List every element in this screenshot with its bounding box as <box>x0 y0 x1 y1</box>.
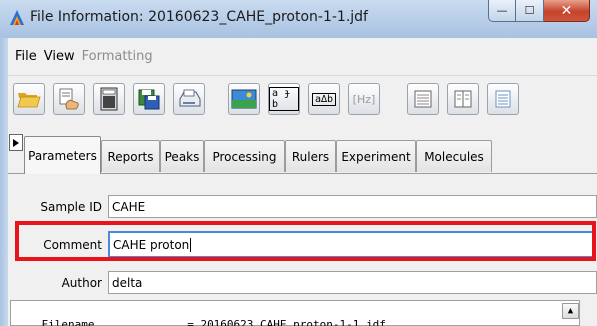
author-value: delta <box>112 275 143 290</box>
tab-scroll-button[interactable] <box>9 134 23 151</box>
comment-highlight-box <box>15 221 596 261</box>
window-controls: — ☐ ✕ <box>488 0 590 22</box>
text-ab-icon: a ɟ b <box>269 87 299 111</box>
save-button[interactable] <box>133 83 165 115</box>
layout-single-button[interactable] <box>407 83 439 115</box>
title-bar[interactable]: File Information: 20160623_CAHE_proton-1… <box>0 0 597 38</box>
tab-reports[interactable]: Reports <box>101 140 160 172</box>
maximize-icon: ☐ <box>524 4 535 17</box>
hz-icon: [Hz] <box>352 92 376 106</box>
layout-double-icon <box>454 90 472 108</box>
folder-open-icon <box>17 93 41 108</box>
menu-file[interactable]: File <box>15 49 37 64</box>
sample-id-input[interactable]: CAHE <box>108 195 597 218</box>
maximize-button[interactable]: ☐ <box>516 0 544 22</box>
open-file-button[interactable] <box>13 83 45 115</box>
tab-experiment[interactable]: Experiment <box>336 140 416 172</box>
print-button[interactable] <box>173 83 205 115</box>
list-icon <box>495 90 511 108</box>
text-ab-button[interactable]: a ɟ b <box>268 83 300 115</box>
sample-id-value: CAHE <box>112 199 146 214</box>
close-icon: ✕ <box>560 2 573 19</box>
layout-single-icon <box>414 90 432 108</box>
tab-processing[interactable]: Processing <box>204 140 285 172</box>
window-title: File Information: 20160623_CAHE_proton-1… <box>30 9 368 25</box>
parameters-text-line: Filename = 20160623_CAHE_proton-1-1.jdf <box>41 318 386 326</box>
scroll-up-button[interactable]: ▲ <box>562 303 579 319</box>
list-view-button[interactable] <box>487 83 519 115</box>
text-delta-button[interactable]: a∆b <box>308 83 340 115</box>
author-input[interactable]: delta <box>108 271 597 294</box>
layout-double-button[interactable] <box>447 83 479 115</box>
scroll-up-icon: ▲ <box>567 306 574 316</box>
printer-icon <box>179 89 201 107</box>
close-button[interactable]: ✕ <box>544 0 590 22</box>
tab-rulers[interactable]: Rulers <box>285 140 336 172</box>
window-left-border <box>0 38 8 326</box>
minimize-icon: — <box>496 4 508 17</box>
file-information-window: File Information: 20160623_CAHE_proton-1… <box>0 0 597 326</box>
floppy-save-icon <box>138 89 160 110</box>
document-hand-button[interactable] <box>53 83 85 115</box>
calculator-button[interactable] <box>93 83 125 115</box>
sample-id-label: Sample ID <box>40 200 102 214</box>
image-icon <box>231 89 257 109</box>
tab-peaks[interactable]: Peaks <box>160 140 204 172</box>
hz-button[interactable]: [Hz] <box>348 83 380 115</box>
image-button[interactable] <box>228 83 260 115</box>
menu-formatting[interactable]: Formatting <box>82 49 153 64</box>
calculator-icon <box>100 87 118 111</box>
menu-view[interactable]: View <box>44 49 75 64</box>
window-client-area: File View Formatting a ɟ b a∆b [Hz] Para… <box>8 38 597 326</box>
toolbar: a ɟ b a∆b [Hz] <box>8 75 597 122</box>
hand-document-icon <box>59 88 79 110</box>
author-label: Author <box>61 276 102 290</box>
app-icon <box>10 10 24 25</box>
play-arrow-icon <box>13 138 19 147</box>
parameters-text-area[interactable]: Filename = 20160623_CAHE_proton-1-1.jdf … <box>10 300 580 326</box>
tab-strip: Parameters Reports Peaks Processing Rule… <box>8 122 597 174</box>
menu-bar: File View Formatting <box>8 38 597 75</box>
tab-molecules[interactable]: Molecules <box>416 140 492 172</box>
text-delta-icon: a∆b <box>311 92 337 106</box>
tab-parameters[interactable]: Parameters <box>24 136 101 174</box>
minimize-button[interactable]: — <box>488 0 516 22</box>
